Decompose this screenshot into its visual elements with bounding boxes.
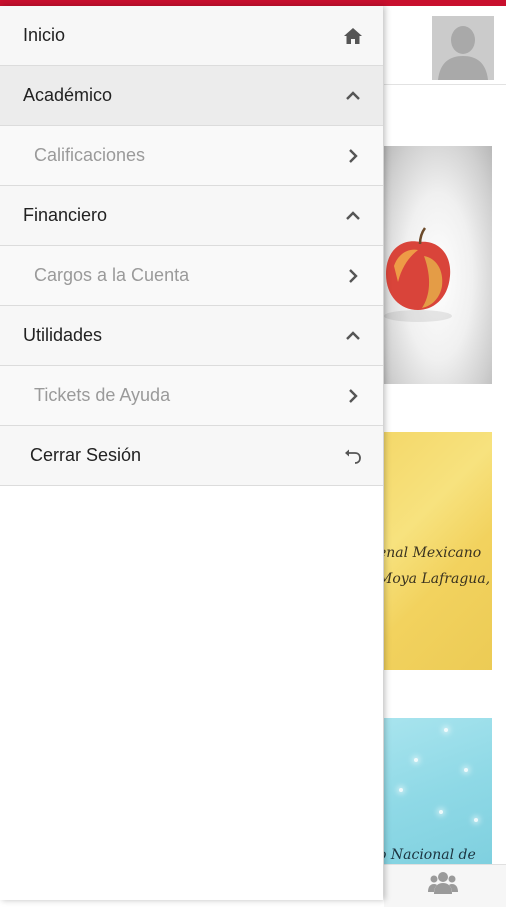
menu-item-financiero[interactable]: Financiero — [0, 186, 383, 246]
card-yellow-text-1: enal Mexicano — [384, 545, 482, 561]
menu-item-label: Académico — [23, 85, 113, 105]
header-divider — [384, 84, 506, 85]
card-blue-text-1: o Nacional de — [384, 847, 476, 863]
menu-item-academico[interactable]: Académico — [0, 66, 383, 126]
avatar[interactable] — [432, 16, 494, 80]
menu-item-label: Cerrar Sesión — [30, 445, 142, 465]
menu-item-label: Tickets de Ayuda — [34, 385, 171, 405]
menu-item-utilidades[interactable]: Utilidades — [0, 306, 383, 366]
menu-item-inicio[interactable]: Inicio — [0, 6, 383, 66]
chevron-up-icon — [343, 86, 363, 106]
menu-subitem-calificaciones[interactable]: Calificaciones — [0, 126, 383, 186]
news-card-image[interactable] — [384, 146, 492, 384]
sparkle — [444, 728, 448, 732]
chevron-right-icon — [343, 386, 363, 406]
user-silhouette-icon — [432, 16, 494, 80]
menu-item-label: Utilidades — [23, 325, 103, 345]
menu-subitem-tickets[interactable]: Tickets de Ayuda — [0, 366, 383, 426]
chevron-up-icon — [343, 326, 363, 346]
users-icon[interactable] — [428, 870, 458, 896]
sparkle — [464, 768, 468, 772]
news-card-blue[interactable]: o Nacional de — [384, 718, 492, 864]
chevron-up-icon — [343, 206, 363, 226]
menu-item-label: Calificaciones — [34, 145, 146, 165]
card-yellow-text-2: Moya Lafragua, — [384, 571, 491, 587]
chevron-right-icon — [343, 146, 363, 166]
sparkle — [474, 818, 478, 822]
sparkle — [399, 788, 403, 792]
navigation-drawer: Inicio Académico Calificaciones Financie… — [0, 6, 383, 900]
menu-item-label: Cargos a la Cuenta — [34, 265, 190, 285]
home-icon — [343, 26, 363, 46]
apple-image — [384, 227, 452, 322]
menu-item-label: Inicio — [23, 25, 66, 45]
logout-button[interactable]: Cerrar Sesión — [0, 426, 383, 486]
sparkle — [414, 758, 418, 762]
menu-item-label: Financiero — [23, 205, 108, 225]
sparkle — [439, 810, 443, 814]
chevron-right-icon — [343, 266, 363, 286]
menu-subitem-cargos[interactable]: Cargos a la Cuenta — [0, 246, 383, 306]
news-card-yellow[interactable]: enal Mexicano Moya Lafragua, — [384, 432, 492, 670]
undo-icon — [343, 446, 363, 466]
